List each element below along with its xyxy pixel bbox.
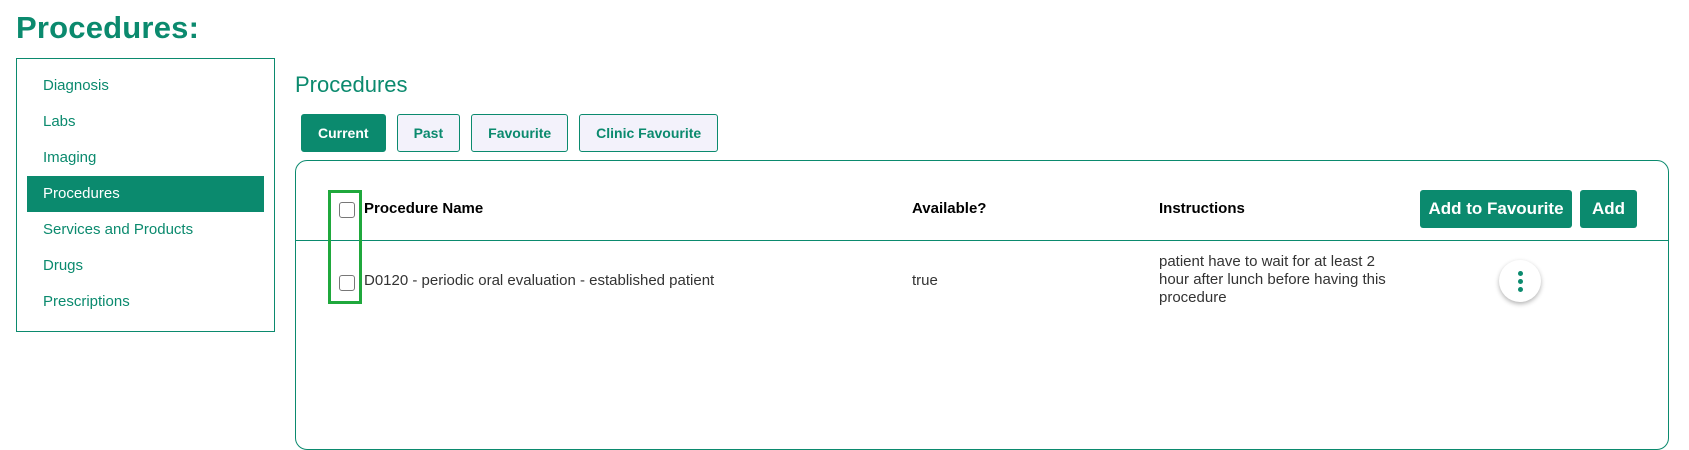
header-instructions: Instructions (1159, 200, 1245, 217)
sidebar: Diagnosis Labs Imaging Procedures Servic… (16, 58, 275, 332)
table-row: D0120 - periodic oral evaluation - estab… (296, 242, 1668, 320)
available-cell: true (912, 272, 938, 289)
sidebar-item-services-and-products[interactable]: Services and Products (27, 212, 264, 248)
sidebar-item-imaging[interactable]: Imaging (27, 140, 264, 176)
add-button[interactable]: Add (1580, 190, 1637, 228)
header-available: Available? (912, 200, 987, 217)
tab-favourite[interactable]: Favourite (471, 114, 569, 152)
sidebar-item-procedures[interactable]: Procedures (27, 176, 264, 212)
sidebar-item-labs[interactable]: Labs (27, 104, 264, 140)
tab-past[interactable]: Past (396, 114, 461, 152)
row-menu-button[interactable] (1499, 260, 1541, 302)
sidebar-item-prescriptions[interactable]: Prescriptions (27, 284, 264, 320)
more-vertical-icon (1517, 270, 1523, 276)
procedure-name-cell: D0120 - periodic oral evaluation - estab… (364, 272, 715, 289)
add-to-favourite-button[interactable]: Add to Favourite (1420, 190, 1572, 228)
tab-clinic-favourite[interactable]: Clinic Favourite (579, 114, 719, 152)
sidebar-item-drugs[interactable]: Drugs (27, 248, 264, 284)
tab-current[interactable]: Current (301, 114, 386, 152)
table-header-row: Procedure Name Available? Instructions A… (296, 161, 1668, 241)
header-procedure-name: Procedure Name (364, 200, 484, 217)
page-title: Procedures: (16, 10, 200, 45)
checkbox-column-highlight (328, 190, 362, 304)
section-title: Procedures (295, 72, 408, 97)
procedures-table: Procedure Name Available? Instructions A… (295, 160, 1669, 450)
more-vertical-icon-dot (1517, 278, 1523, 284)
sidebar-item-diagnosis[interactable]: Diagnosis (27, 68, 264, 104)
instructions-cell: patient have to wait for at least 2 hour… (1159, 253, 1386, 306)
tab-bar: Current Past Favourite Clinic Favourite (301, 114, 719, 152)
more-vertical-icon-dot (1517, 286, 1523, 292)
